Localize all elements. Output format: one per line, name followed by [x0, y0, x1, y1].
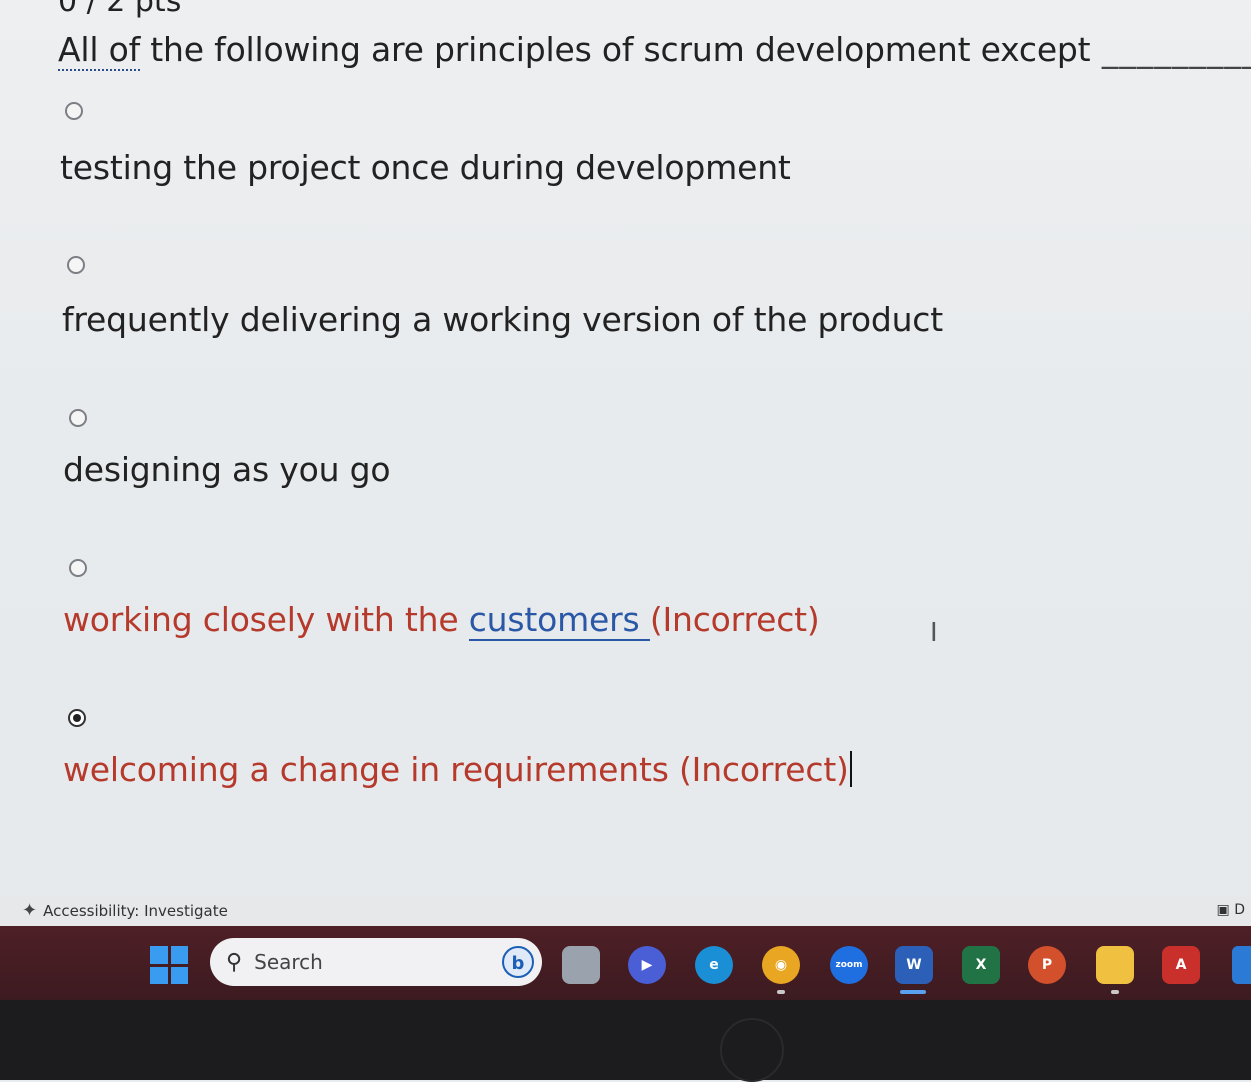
answer-label-5-text: welcoming a change in requirements (Inco… — [63, 750, 849, 789]
chrome-running-indicator — [777, 990, 785, 994]
incorrect-tag: (Incorrect) — [649, 600, 820, 639]
accessibility-status[interactable]: ✦ Accessibility: Investigate — [22, 900, 228, 921]
text-caret — [849, 751, 852, 787]
app-icon-partial[interactable] — [1232, 946, 1251, 984]
status-bar: ✦ Accessibility: Investigate ▣ D — [0, 896, 1251, 926]
question-text: All of the following are principles of s… — [58, 30, 1251, 71]
excel-icon[interactable]: X — [962, 946, 1000, 984]
glossary-term[interactable]: All of — [58, 30, 140, 71]
taskbar-search[interactable]: ⚲ Search b — [210, 938, 542, 986]
display-label: D — [1234, 902, 1245, 918]
search-icon: ⚲ — [226, 949, 243, 975]
answer-radio-1[interactable] — [65, 102, 83, 120]
accessibility-icon: ✦ — [22, 900, 38, 921]
answer-label-2[interactable]: frequently delivering a working version … — [62, 300, 943, 339]
edge-icon[interactable]: e — [695, 946, 733, 984]
accessibility-label: Accessibility: Investigate — [43, 901, 228, 920]
answer-radio-3[interactable] — [69, 409, 87, 427]
monitor-logo — [720, 1018, 784, 1082]
explorer-running-indicator — [1111, 990, 1119, 994]
answer-label-3[interactable]: designing as you go — [63, 450, 391, 489]
zoom-icon[interactable]: zoom — [830, 946, 868, 984]
display-icon: ▣ — [1216, 902, 1230, 918]
bing-icon[interactable]: b — [502, 946, 534, 978]
word-active-indicator — [900, 990, 926, 994]
question-blank: _________. — [1101, 30, 1251, 69]
question-body: the following are principles of scrum de… — [140, 30, 1091, 69]
acrobat-icon[interactable]: A — [1162, 946, 1200, 984]
folder-icon[interactable] — [1096, 946, 1134, 984]
answer-label-5[interactable]: welcoming a change in requirements (Inco… — [63, 750, 852, 789]
task-view-icon[interactable] — [562, 946, 600, 984]
start-button[interactable] — [150, 946, 188, 984]
answer-radio-4[interactable] — [69, 559, 87, 577]
teams-icon[interactable]: ▶ — [628, 946, 666, 984]
answer-label-1[interactable]: testing the project once during developm… — [60, 148, 791, 187]
answer-radio-5[interactable] — [68, 709, 86, 727]
quiz-page: 0 / 2 pts All of the following are princ… — [0, 0, 1251, 900]
customers-link[interactable]: customers — [468, 600, 650, 641]
powerpoint-icon[interactable]: P — [1028, 946, 1066, 984]
chrome-icon[interactable]: ◉ — [762, 946, 800, 984]
search-placeholder: Search — [254, 950, 323, 974]
points-label: 0 / 2 pts — [58, 0, 182, 19]
taskbar: ⚲ Search b ▶ e ◉ zoom W X P A — [0, 926, 1251, 1000]
answer-label-4-text: working closely with the — [63, 600, 469, 639]
answer-radio-2[interactable] — [67, 256, 85, 274]
windows-logo-icon — [150, 946, 168, 964]
answer-label-4[interactable]: working closely with the customers (Inco… — [63, 600, 820, 641]
word-icon[interactable]: W — [895, 946, 933, 984]
ibeam-cursor-icon: I — [930, 618, 938, 648]
monitor-bezel — [0, 1000, 1251, 1082]
display-settings[interactable]: ▣ D — [1217, 902, 1245, 918]
